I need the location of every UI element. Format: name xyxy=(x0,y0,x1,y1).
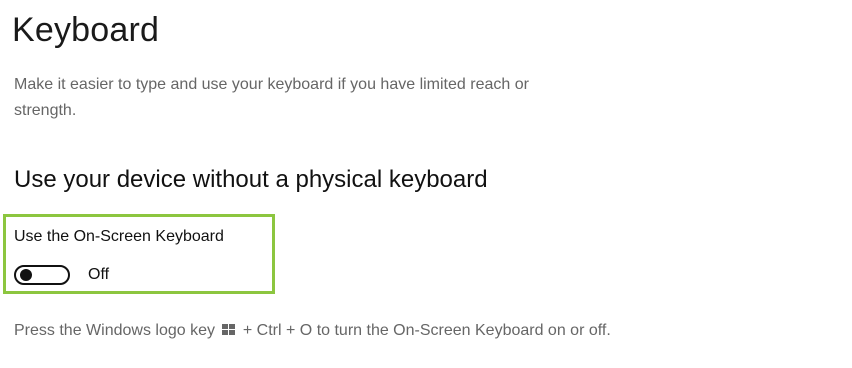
hint-text-before: Press the Windows logo key xyxy=(14,322,215,339)
keyboard-settings-page: Keyboard Make it easier to type and use … xyxy=(0,0,852,368)
shortcut-hint: Press the Windows logo key + Ctrl + O to… xyxy=(14,318,614,344)
on-screen-keyboard-toggle[interactable] xyxy=(14,265,70,285)
section-heading: Use your device without a physical keybo… xyxy=(14,166,488,193)
windows-logo-icon xyxy=(222,324,236,336)
page-description: Make it easier to type and use your keyb… xyxy=(14,76,529,119)
toggle-knob xyxy=(20,269,32,281)
on-screen-keyboard-label: Use the On-Screen Keyboard xyxy=(14,228,224,245)
hint-text-after: + Ctrl + O to turn the On-Screen Keyboar… xyxy=(242,322,611,339)
on-screen-keyboard-toggle-row[interactable]: Off xyxy=(14,262,109,288)
toggle-state-label: Off xyxy=(88,266,110,283)
page-title: Keyboard xyxy=(12,11,160,49)
